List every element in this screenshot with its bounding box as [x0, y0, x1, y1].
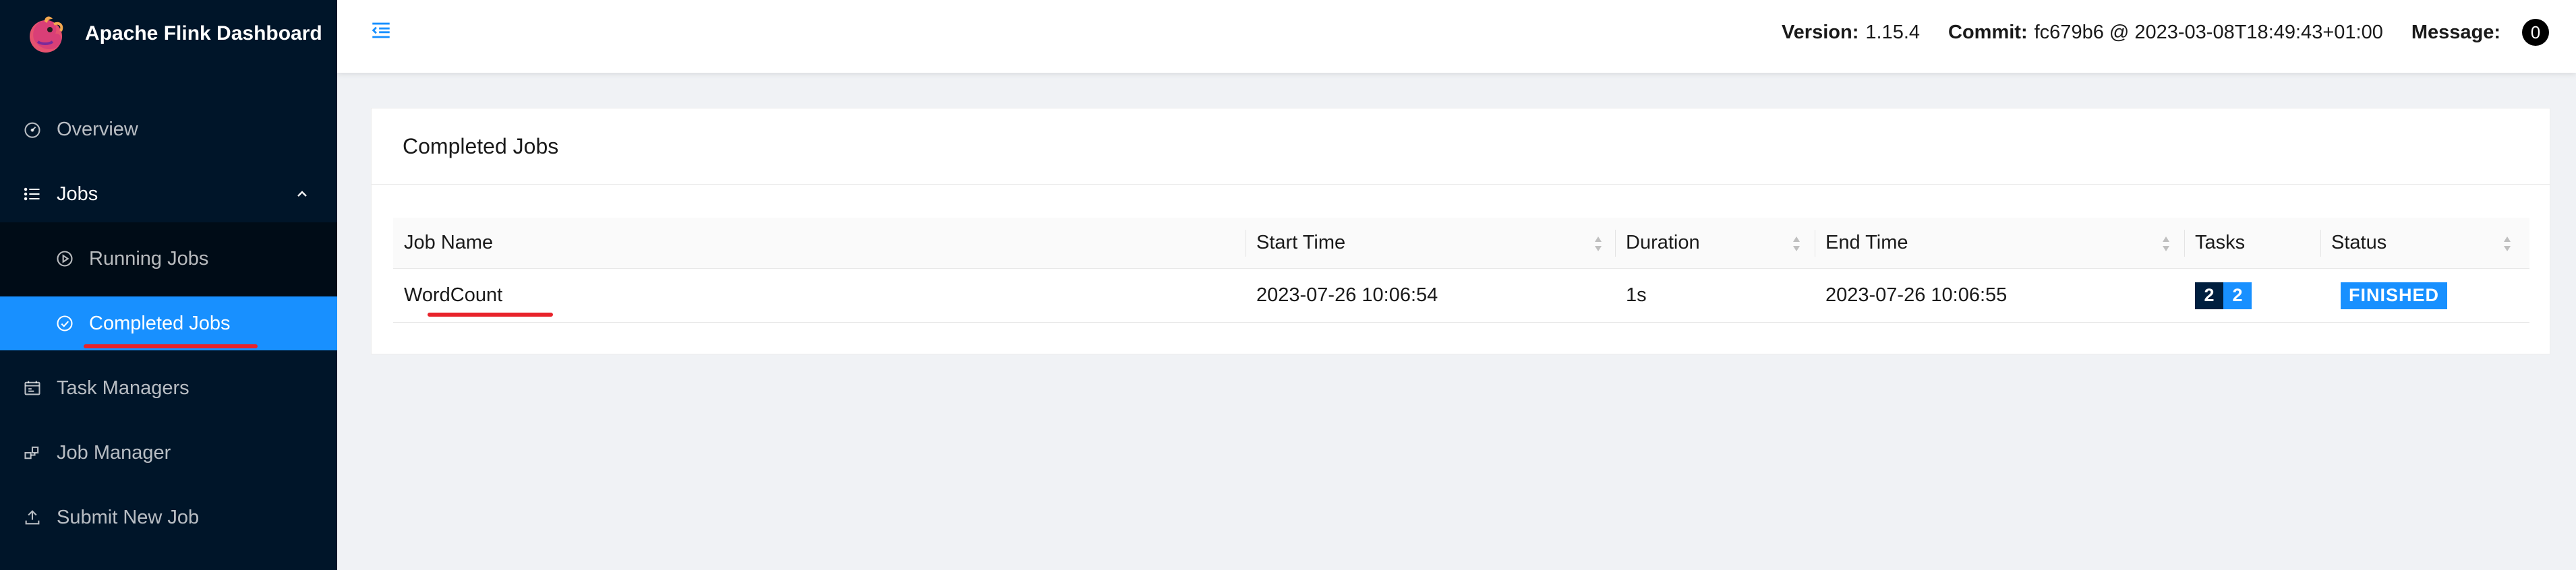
table-header: Job Name Start Time Duration End Time Ta…: [393, 218, 2529, 269]
job-name-link[interactable]: WordCount: [404, 284, 502, 307]
start-time-cell: 2023-07-26 10:06:54: [1256, 284, 1438, 306]
sidebar-item-label: Submit New Job: [57, 506, 200, 528]
brand[interactable]: Apache Flink Dashboard: [0, 0, 337, 67]
annotation-underline: [84, 344, 258, 348]
sidebar-item-label: Completed Jobs: [89, 312, 231, 334]
column-header-job-name[interactable]: Job Name: [404, 218, 493, 268]
cluster-icon: [23, 443, 42, 462]
header-info: Version: 1.15.4 Commit: fc679b6 @ 2023-0…: [1782, 19, 2549, 46]
column-divider: [1615, 230, 1616, 257]
annotation-underline: [428, 313, 553, 317]
column-header-end-time[interactable]: End Time: [1825, 218, 1908, 268]
app-title: Apache Flink Dashboard: [85, 22, 322, 44]
sidebar-item-running-jobs[interactable]: Running Jobs: [0, 232, 337, 286]
sidebar-item-label: Jobs: [57, 183, 98, 205]
version-value: 1.15.4: [1865, 21, 1921, 43]
sidebar-item-completed-jobs[interactable]: Completed Jobs: [0, 296, 337, 350]
sidebar-item-submit-new-job[interactable]: Submit New Job: [0, 490, 337, 544]
sidebar-item-label: Task Managers: [57, 377, 189, 399]
sidebar-item-task-managers[interactable]: Task Managers: [0, 361, 337, 415]
commit-value: fc679b6 @ 2023-03-08T18:49:43+01:00: [2034, 21, 2383, 43]
column-header-duration[interactable]: Duration: [1626, 218, 1700, 268]
column-header-tasks: Tasks: [2195, 232, 2246, 253]
sidebar-item-overview[interactable]: Overview: [0, 102, 337, 156]
table-row[interactable]: WordCount 2023-07-26 10:06:54 1s 2023-07…: [393, 269, 2529, 323]
tasks-cell: 2 2: [2195, 269, 2252, 322]
commit-info: Commit: fc679b6 @ 2023-03-08T18:49:43+01…: [1948, 22, 2383, 44]
completed-jobs-card: Completed Jobs Job Name Start Time Durat…: [371, 108, 2550, 354]
column-header-status[interactable]: Status: [2331, 218, 2387, 268]
sidebar-item-label: Overview: [57, 118, 138, 140]
sort-icon[interactable]: [2502, 235, 2512, 253]
duration-cell: 1s: [1626, 284, 1647, 306]
message-info[interactable]: Message: 0: [2411, 19, 2549, 46]
task-status-badges: 2 2: [2195, 282, 2252, 309]
message-count-badge[interactable]: 0: [2522, 19, 2549, 46]
column-divider: [2320, 230, 2321, 257]
sidebar-item-jobs[interactable]: Jobs: [0, 167, 337, 221]
version-label: Version:: [1781, 21, 1859, 43]
column-divider: [2184, 230, 2185, 257]
end-time-cell: 2023-07-26 10:06:55: [1825, 284, 2008, 306]
card-title: Completed Jobs: [403, 134, 559, 158]
sidebar: Apache Flink Dashboard Overview Jobs Run…: [0, 0, 337, 570]
top-header: Version: 1.15.4 Commit: fc679b6 @ 2023-0…: [337, 0, 2576, 73]
sort-icon[interactable]: [1593, 235, 1603, 253]
tasks-finished-badge: 2: [2195, 282, 2223, 309]
list-icon: [23, 185, 42, 203]
sidebar-item-job-manager[interactable]: Job Manager: [0, 426, 337, 480]
tasks-total-badge: 2: [2223, 282, 2252, 309]
sidebar-item-label: Running Jobs: [89, 247, 209, 270]
version-info: Version: 1.15.4: [1782, 22, 1920, 44]
sort-icon[interactable]: [1792, 235, 1801, 253]
message-label: Message:: [2411, 21, 2500, 43]
schedule-icon: [23, 379, 42, 398]
menu-fold-icon[interactable]: [370, 19, 392, 42]
flink-squirrel-logo: [30, 16, 63, 53]
check-circle-icon: [55, 314, 74, 333]
play-circle-icon: [55, 249, 74, 268]
status-cell: FINISHED: [2341, 269, 2448, 322]
dashboard-icon: [23, 120, 42, 139]
chevron-up-icon: [297, 191, 307, 197]
card-divider: [372, 184, 2550, 185]
upload-icon: [23, 508, 42, 527]
sort-icon[interactable]: [2161, 235, 2171, 253]
commit-label: Commit:: [1948, 21, 2028, 43]
status-badge: FINISHED: [2341, 282, 2448, 309]
sidebar-item-label: Job Manager: [57, 441, 171, 464]
column-header-start-time[interactable]: Start Time: [1256, 218, 1345, 268]
